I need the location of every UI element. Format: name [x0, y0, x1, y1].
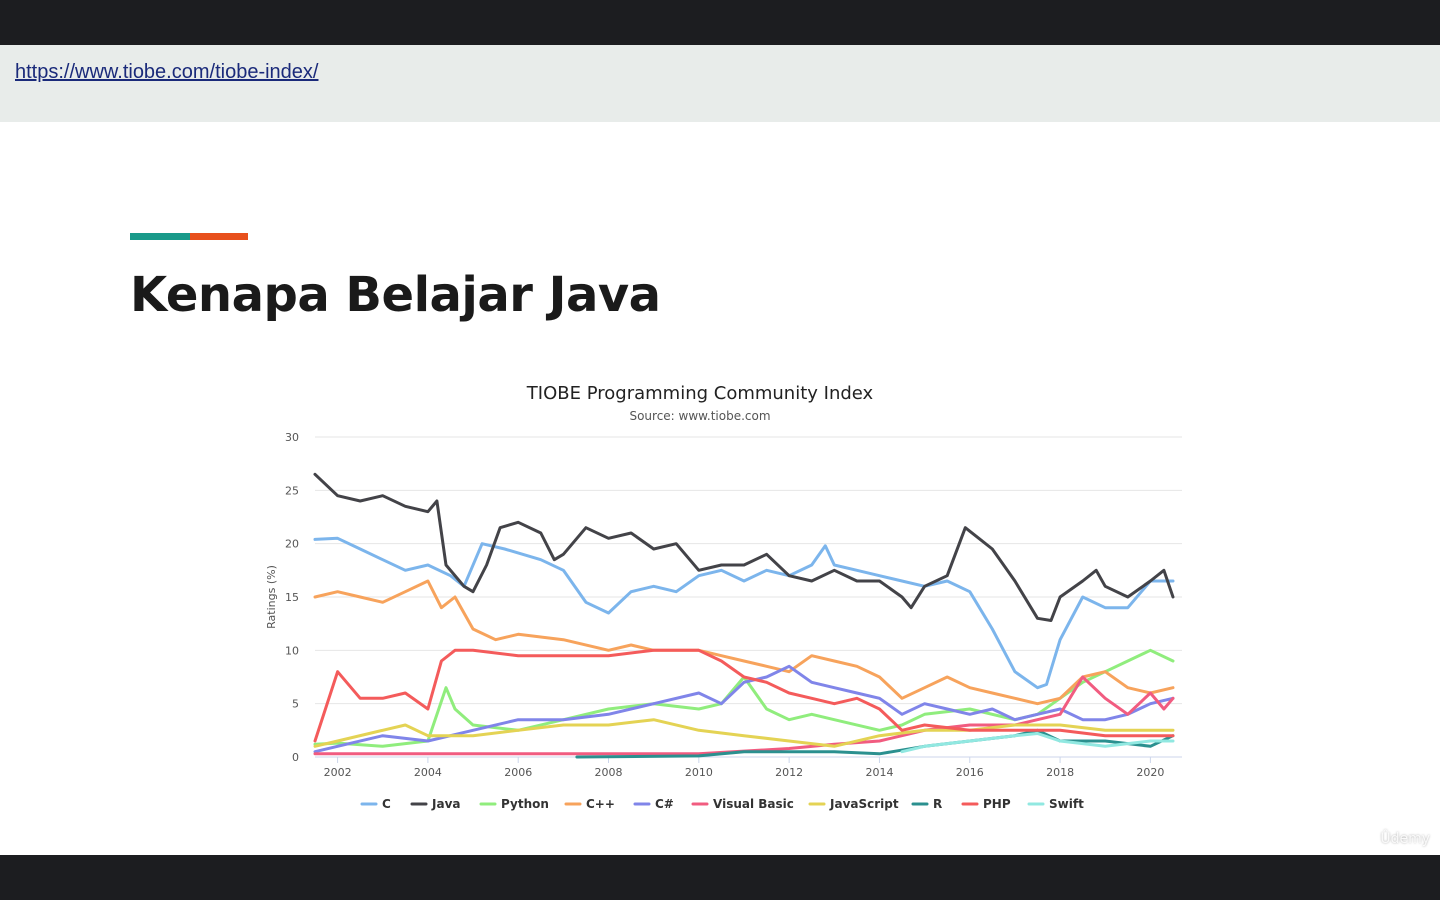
legend-label: PHP — [983, 797, 1011, 811]
x-tick-label: 2018 — [1046, 766, 1074, 779]
x-tick-label: 2010 — [685, 766, 713, 779]
x-tick-label: 2016 — [956, 766, 984, 779]
x-tick-label: 2020 — [1136, 766, 1164, 779]
legend-label: C — [382, 797, 391, 811]
x-tick-labels: 2002 2004 2006 2008 2010 2012 2014 2016 2018 2020 — [324, 766, 1165, 779]
x-tick-label: 2008 — [595, 766, 623, 779]
legend-label: C# — [655, 797, 674, 811]
legend-label: JavaScript — [829, 797, 899, 811]
legend-item-javascript[interactable]: JavaScript — [808, 797, 899, 811]
x-tick-label: 2002 — [324, 766, 352, 779]
legend-item-java[interactable]: Java — [410, 797, 460, 811]
y-tick-label: 25 — [285, 484, 299, 497]
bottom-letterbox — [0, 855, 1440, 900]
slide: https://www.tiobe.com/tiobe-index/ Kenap… — [0, 45, 1440, 855]
chart-subtitle: Source: www.tiobe.com — [629, 409, 770, 423]
legend-item-c[interactable]: C — [360, 797, 391, 811]
y-tick-label: 10 — [285, 644, 299, 657]
legend-item-visual-basic[interactable]: Visual Basic — [691, 797, 794, 811]
legend-label: Python — [501, 797, 549, 811]
y-tick-label: 0 — [292, 751, 299, 764]
legend-label: R — [933, 797, 942, 811]
grid-layer — [315, 436, 1182, 763]
legend-label: C++ — [586, 797, 615, 811]
y-tick-label: 30 — [285, 431, 299, 444]
y-axis-label: Ratings (%) — [265, 565, 278, 629]
series-line-java — [313, 472, 1175, 622]
y-tick-label: 5 — [292, 698, 299, 711]
chart-title: TIOBE Programming Community Index — [526, 383, 874, 404]
tiobe-chart: TIOBE Programming Community Index Source… — [265, 383, 1182, 811]
legend: C Java Python C++ C# Visual Basic JavaScript R P… — [360, 797, 1084, 811]
x-tick-label: 2014 — [865, 766, 893, 779]
y-tick-label: 15 — [285, 591, 299, 604]
x-tick-label: 2006 — [504, 766, 532, 779]
series-layer — [313, 472, 1175, 759]
udemy-watermark: Ûdemy — [1380, 831, 1430, 847]
y-tick-labels: 0 5 10 15 20 25 30 — [285, 431, 299, 764]
legend-item-python[interactable]: Python — [479, 797, 549, 811]
legend-item-php[interactable]: PHP — [961, 797, 1011, 811]
x-tick-label: 2004 — [414, 766, 442, 779]
series-line-c — [313, 536, 1175, 690]
legend-label: Visual Basic — [713, 797, 794, 811]
legend-item-swift[interactable]: Swift — [1027, 797, 1084, 811]
y-tick-label: 20 — [285, 538, 299, 551]
top-letterbox — [0, 0, 1440, 45]
legend-label: Java — [431, 797, 460, 811]
legend-item-c[interactable]: C# — [633, 797, 674, 811]
legend-item-c[interactable]: C++ — [564, 797, 615, 811]
legend-item-r[interactable]: R — [911, 797, 942, 811]
series-line-visual-basic — [313, 675, 1175, 756]
x-tick-label: 2012 — [775, 766, 803, 779]
legend-label: Swift — [1049, 797, 1084, 811]
